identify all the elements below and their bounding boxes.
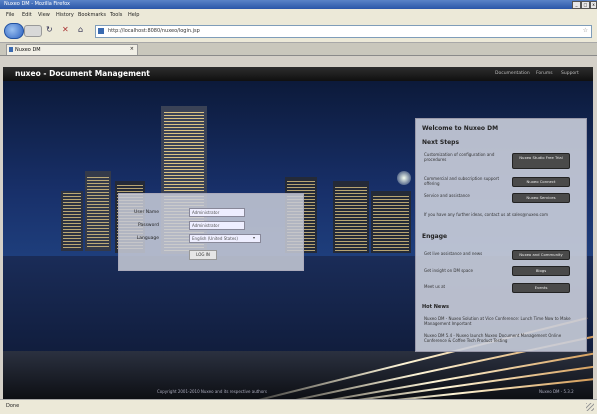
status-bar: Done: [0, 399, 597, 414]
browser-tab[interactable]: Nuxeo DM ×: [6, 44, 138, 55]
menu-edit[interactable]: Edit: [22, 12, 32, 18]
reload-icon[interactable]: ↻: [46, 26, 53, 34]
tab-label: Nuxeo DM: [15, 47, 41, 53]
engage-text: Get insight on DM space: [424, 268, 473, 273]
nuxeo-connect-button[interactable]: Nuxeo Connect: [512, 177, 570, 187]
status-text: Done: [6, 403, 20, 409]
copyright-text: Copyright 2001-2010 Nuxeo and its respec…: [157, 389, 268, 394]
street-lamp: [397, 171, 411, 185]
back-button[interactable]: [4, 23, 24, 39]
tab-close-icon[interactable]: ×: [130, 46, 134, 52]
window-title-bar: Nuxeo DM - Mozilla Firefox _ □ x: [0, 0, 597, 9]
welcome-panel: Welcome to Nuxeo DM Next Steps Customiza…: [415, 118, 587, 352]
app-header: nuxeo - Document Management Documentatio…: [3, 67, 593, 81]
app-brand: nuxeo - Document Management: [15, 69, 150, 78]
step-text: Customization of configuration and proce…: [424, 152, 495, 162]
password-label: Password: [137, 223, 159, 228]
password-input[interactable]: Administrator: [189, 221, 245, 230]
header-link-support[interactable]: Support: [561, 71, 579, 76]
stop-icon[interactable]: ✕: [62, 26, 69, 34]
menu-file[interactable]: File: [6, 12, 14, 18]
maximize-button[interactable]: □: [581, 1, 590, 9]
home-icon[interactable]: ⌂: [78, 26, 83, 34]
language-select[interactable]: English (United States): [189, 234, 261, 243]
page-footer: Copyright 2001-2010 Nuxeo and its respec…: [3, 385, 593, 399]
header-link-documentation[interactable]: Documentation: [495, 71, 530, 76]
navigation-toolbar: ↻ ✕ ⌂ http://localhost:8080/nuxeo/login.…: [0, 20, 597, 43]
window-title: Nuxeo DM - Mozilla Firefox: [4, 1, 70, 7]
nuxeo-services-button[interactable]: Nuxeo Services: [512, 193, 570, 203]
next-steps-heading: Next Steps: [422, 139, 460, 146]
version-text: Nuxeo DM - 5.3.2: [539, 389, 574, 394]
menu-view[interactable]: View: [38, 12, 50, 18]
engage-heading: Engage: [422, 233, 448, 240]
language-label: Language: [136, 236, 159, 241]
address-bar[interactable]: http://localhost:8080/nuxeo/login.jsp ☆: [95, 25, 592, 38]
engage-text: Meet us at: [424, 284, 446, 289]
login-panel: User Name Administrator Password Adminis…: [118, 193, 304, 271]
tab-favicon-icon: [9, 47, 13, 52]
chevron-down-icon: ▾: [253, 235, 256, 240]
header-link-forums[interactable]: Forums: [536, 71, 553, 76]
resize-grip-icon[interactable]: [586, 403, 594, 411]
close-window-button[interactable]: x: [590, 1, 597, 9]
address-url: http://localhost:8080/nuxeo/login.jsp: [108, 28, 200, 34]
news-item[interactable]: Nuxeo DM - Nuxeo Solution at Vice Confer…: [424, 316, 578, 326]
blogs-button[interactable]: Blogs: [512, 266, 570, 276]
tab-strip: Nuxeo DM ×: [0, 43, 597, 56]
community-button[interactable]: Nuxeo and Community: [512, 250, 570, 260]
studio-trial-button[interactable]: Nuxeo Studio Free Trial: [512, 153, 570, 169]
step-text: Commercial and subscription support offe…: [424, 176, 500, 186]
news-item[interactable]: Nuxeo DM 5.4 - Nuxeo launch Nuxeo Docume…: [424, 333, 578, 343]
minimize-button[interactable]: _: [572, 1, 581, 9]
menu-help[interactable]: Help: [128, 12, 139, 18]
step-text: Service and assistance: [424, 193, 470, 198]
site-favicon-icon: [98, 28, 104, 34]
login-button[interactable]: LOG IN: [189, 250, 217, 260]
username-input[interactable]: Administrator: [189, 208, 245, 217]
events-button[interactable]: Events: [512, 283, 570, 293]
username-label: User Name: [134, 210, 159, 215]
bookmark-star-icon[interactable]: ☆: [583, 27, 588, 34]
contact-text: If you have any further ideas, contact u…: [424, 212, 549, 217]
welcome-title: Welcome to Nuxeo DM: [422, 125, 499, 132]
news-heading: Hot News: [422, 304, 449, 310]
engage-text: Get live assistance and news: [424, 251, 483, 256]
menu-tools[interactable]: Tools: [110, 12, 122, 18]
menu-bookmarks[interactable]: Bookmarks: [78, 12, 106, 18]
forward-button[interactable]: [24, 25, 42, 37]
menu-history[interactable]: History: [56, 12, 74, 18]
